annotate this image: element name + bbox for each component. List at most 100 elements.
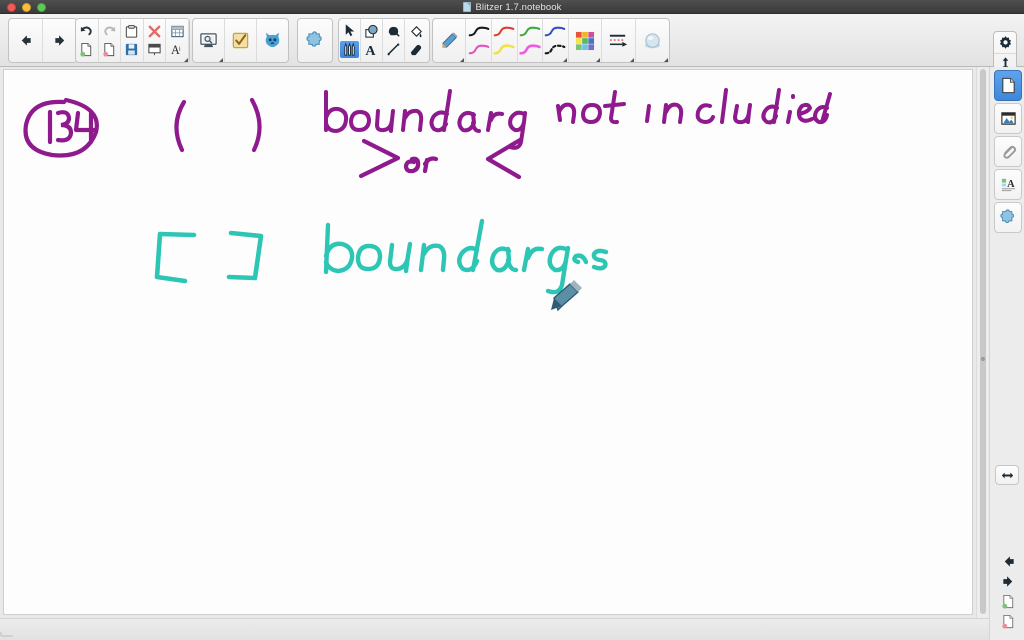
pen-swatch-column-4 [543,19,569,62]
stroke-magenta-icon [468,44,490,55]
stroke-black-icon [468,26,490,37]
paste-button[interactable] [124,24,139,39]
screen-capture-icon [200,33,217,48]
text-tool[interactable]: A [364,42,379,57]
attachments-tab[interactable] [994,136,1022,167]
undo-redo-column [76,19,99,62]
pen-swatch-green[interactable] [519,26,541,37]
title-bar: Blitzer 1.7.notebook [0,0,1024,14]
window-resize-handle[interactable] [0,623,14,637]
arrow-left-icon [1004,555,1014,567]
font-button[interactable]: A i [170,42,185,57]
add-ons-button[interactable] [298,19,332,62]
pen-cursor [551,280,582,312]
response-button[interactable] [225,19,257,62]
page-back-button[interactable] [996,551,1020,571]
next-page-button[interactable] [43,19,77,62]
svg-text:A: A [365,43,376,57]
addons-tab[interactable] [994,202,1022,233]
page-navigation [996,551,1020,631]
bottom-strip [0,618,989,640]
undo-button[interactable] [79,24,94,39]
eraser-tool[interactable] [409,42,424,57]
line-icon [387,43,400,56]
lines-tool[interactable] [386,42,401,57]
page-sorter-tab[interactable] [994,70,1022,101]
save-icon [126,44,138,56]
fill-tool[interactable] [409,24,424,39]
pencil-expand-arrow[interactable] [460,58,465,62]
toolbar-group-tools-extra [192,18,289,63]
line-properties-button[interactable] [602,19,636,62]
screen-capture-button[interactable] [193,19,226,62]
color-grid-icon [575,31,595,50]
pencil-button[interactable] [433,19,467,62]
pen-styles-expand-arrow[interactable] [562,58,567,62]
notebook-canvas[interactable] [3,69,973,615]
shape-pen-icon [388,26,400,37]
new-page-icon [80,43,92,57]
blue-cat-icon [265,32,280,48]
delete-button[interactable] [147,24,162,39]
pen-swatch-column-2 [492,19,518,62]
table-button[interactable] [170,24,185,39]
page-add-button[interactable] [996,591,1020,611]
vertical-scrollbar-thumb[interactable] [980,69,986,614]
pen-swatch-magenta[interactable] [468,44,490,55]
window-title: Blitzer 1.7.notebook [475,1,562,13]
arrows-horizontal-icon [1001,472,1013,478]
save-button[interactable] [124,42,139,57]
pen-swatch-pink[interactable] [519,44,541,55]
page-delete-button[interactable] [996,611,1020,631]
table-icon [171,25,184,37]
square-brackets [154,230,264,284]
properties-tab[interactable]: A [994,169,1022,200]
stroke-blue-icon [545,26,566,37]
table-font-column: A i [166,19,189,62]
line-properties-expand-arrow[interactable] [629,58,634,62]
pens-tool[interactable] [340,40,359,58]
paperclip-icon [1002,145,1016,159]
new-page-icon [1001,594,1013,609]
pen-swatch-blue[interactable] [544,26,566,37]
edit-group-expand-arrow[interactable] [184,58,188,62]
ink-layer [23,88,832,312]
screen-capture-expand-arrow[interactable] [219,58,224,62]
gallery-icon [1000,112,1016,125]
svg-text:A: A [1007,179,1015,190]
shapes-tool[interactable] [364,24,379,39]
color-palette-expand-arrow[interactable] [596,58,601,62]
toolbar-group-edit: A i [75,18,190,63]
shape-pen-tool[interactable] [386,24,401,39]
work-area: A [0,67,1024,640]
pen-swatch-yellow[interactable] [493,44,515,55]
eraser-icon [410,45,421,56]
pencil-icon [441,32,458,48]
transparency-expand-arrow[interactable] [664,58,669,62]
pen-swatch-black[interactable] [468,26,490,37]
select-tool[interactable] [342,23,357,38]
pen-swatch-dotted[interactable] [544,44,566,55]
page-forward-button[interactable] [996,571,1020,591]
new-page-button[interactable] [79,42,94,57]
vertical-scrollbar[interactable] [976,67,988,618]
circled-number [23,97,99,158]
pen-swatch-red[interactable] [493,26,515,37]
collapse-panel-button[interactable] [995,465,1019,485]
redo-button[interactable] [102,24,117,39]
gallery-tab[interactable] [994,103,1022,134]
customize-toolbar-button[interactable] [994,32,1016,54]
pen-swatch-column-3 [518,19,544,62]
arrow-right-icon [1002,575,1012,587]
color-palette-button[interactable] [569,19,603,62]
delete-page-button[interactable] [102,42,117,57]
smart-exchange-button[interactable] [257,19,288,62]
side-panel-tabs: A [994,70,1022,235]
arrow-right-icon [54,35,64,46]
screen-shade-button[interactable] [147,42,162,57]
delete-page-icon [103,43,115,57]
previous-page-button[interactable] [9,19,44,62]
inequality-symbols-note [358,137,523,180]
transparency-button[interactable] [636,19,669,62]
puzzle-icon [999,209,1014,224]
